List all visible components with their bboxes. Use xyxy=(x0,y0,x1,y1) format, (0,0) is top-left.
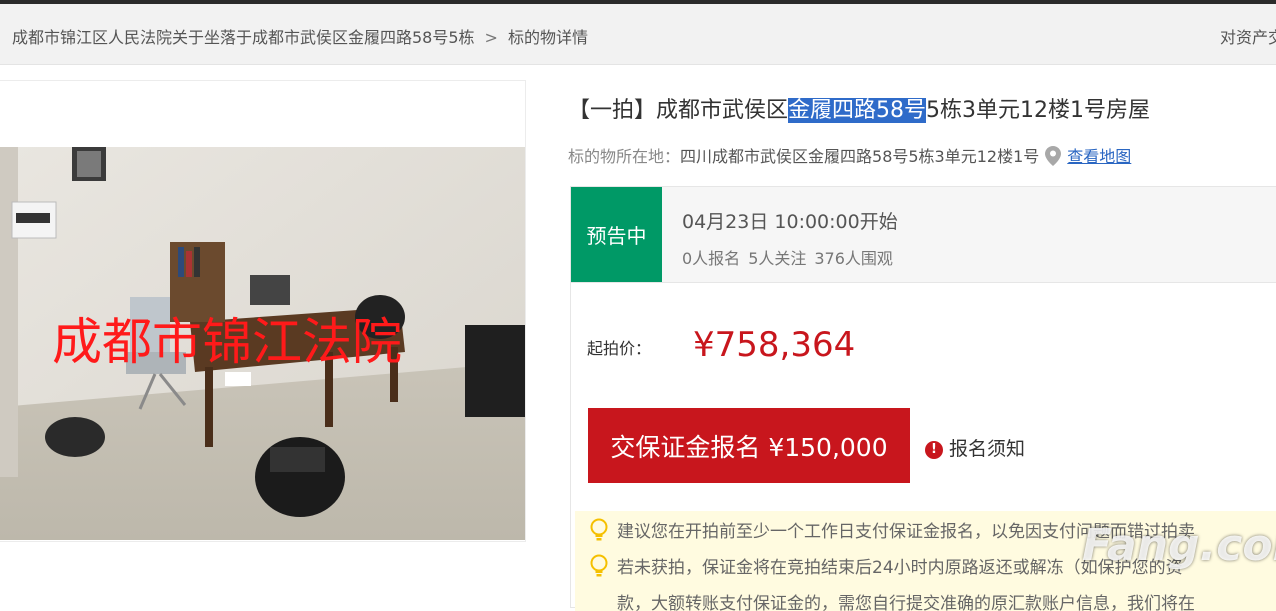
auction-stats: 0人报名 5人关注 376人围观 xyxy=(682,245,901,269)
lightbulb-icon xyxy=(590,554,608,577)
starting-price: ¥758,364 xyxy=(693,325,856,365)
starting-price-label: 起拍价： xyxy=(587,339,652,358)
title-suffix: 5栋3单元12楼1号房屋 xyxy=(926,98,1151,123)
breadcrumb-item-current: 标的物详情 xyxy=(507,28,588,47)
view-count: 376人围观 xyxy=(814,249,893,268)
follow-count: 5人关注 xyxy=(748,249,807,268)
asset-link[interactable]: 对资产交 xyxy=(1220,24,1276,48)
tip-indent xyxy=(589,590,609,611)
item-title: 【一拍】成都市武侯区金履四路58号5栋3单元12楼1号房屋 xyxy=(568,92,1150,124)
location-value: 四川成都市武侯区金履四路58号5栋3单元12楼1号 xyxy=(680,147,1040,166)
photo-watermark-text: 成都市锦江法院 xyxy=(52,313,402,371)
registration-notice-link[interactable]: ! 报名须知 xyxy=(925,434,1025,461)
breadcrumb-bar: 成都市锦江区人民法院关于坐落于成都市武侯区金履四路58号5栋 > 标的物详情 对资产… xyxy=(0,4,1276,65)
location-label: 标的物所在地： xyxy=(568,147,681,166)
breadcrumb: 成都市锦江区人民法院关于坐落于成都市武侯区金履四路58号5栋 > 标的物详情 xyxy=(12,24,588,48)
property-photo[interactable]: 成都市锦江法院 xyxy=(0,147,525,540)
site-watermark: Fang.com xyxy=(1082,520,1276,571)
exclamation-icon: ! xyxy=(925,441,943,459)
title-prefix: 【一拍】成都市武侯区 xyxy=(568,98,789,123)
view-map-link[interactable]: 查看地图 xyxy=(1067,147,1131,166)
location-row: 标的物所在地：四川成都市武侯区金履四路58号5栋3单元12楼1号 查看地图 xyxy=(568,143,1131,167)
title-highlight: 金履四路58号 xyxy=(788,98,927,123)
breadcrumb-separator: > xyxy=(484,28,498,47)
lightbulb-icon xyxy=(590,518,608,541)
registration-notice-label: 报名须知 xyxy=(949,438,1026,460)
status-badge: 预告中 xyxy=(571,187,662,282)
signup-count: 0人报名 xyxy=(682,249,741,268)
tip-item: 款，大额转账支付保证金的，需您自行提交准确的原汇款账户信息，我们将在 xyxy=(589,589,1195,611)
status-row: 预告中 04月23日 10:00:00开始 0人报名 5人关注 376人围观 xyxy=(571,187,1276,283)
tip-text: 款，大额转账支付保证金的，需您自行提交准确的原汇款账户信息，我们将在 xyxy=(617,594,1195,611)
start-time: 04月23日 10:00:00开始 xyxy=(682,211,898,233)
pay-deposit-button[interactable]: 交保证金报名 ¥150,000 xyxy=(588,408,910,483)
breadcrumb-item-case[interactable]: 成都市锦江区人民法院关于坐落于成都市武侯区金履四路58号5栋 xyxy=(12,28,475,47)
location-pin-icon xyxy=(1045,146,1062,166)
